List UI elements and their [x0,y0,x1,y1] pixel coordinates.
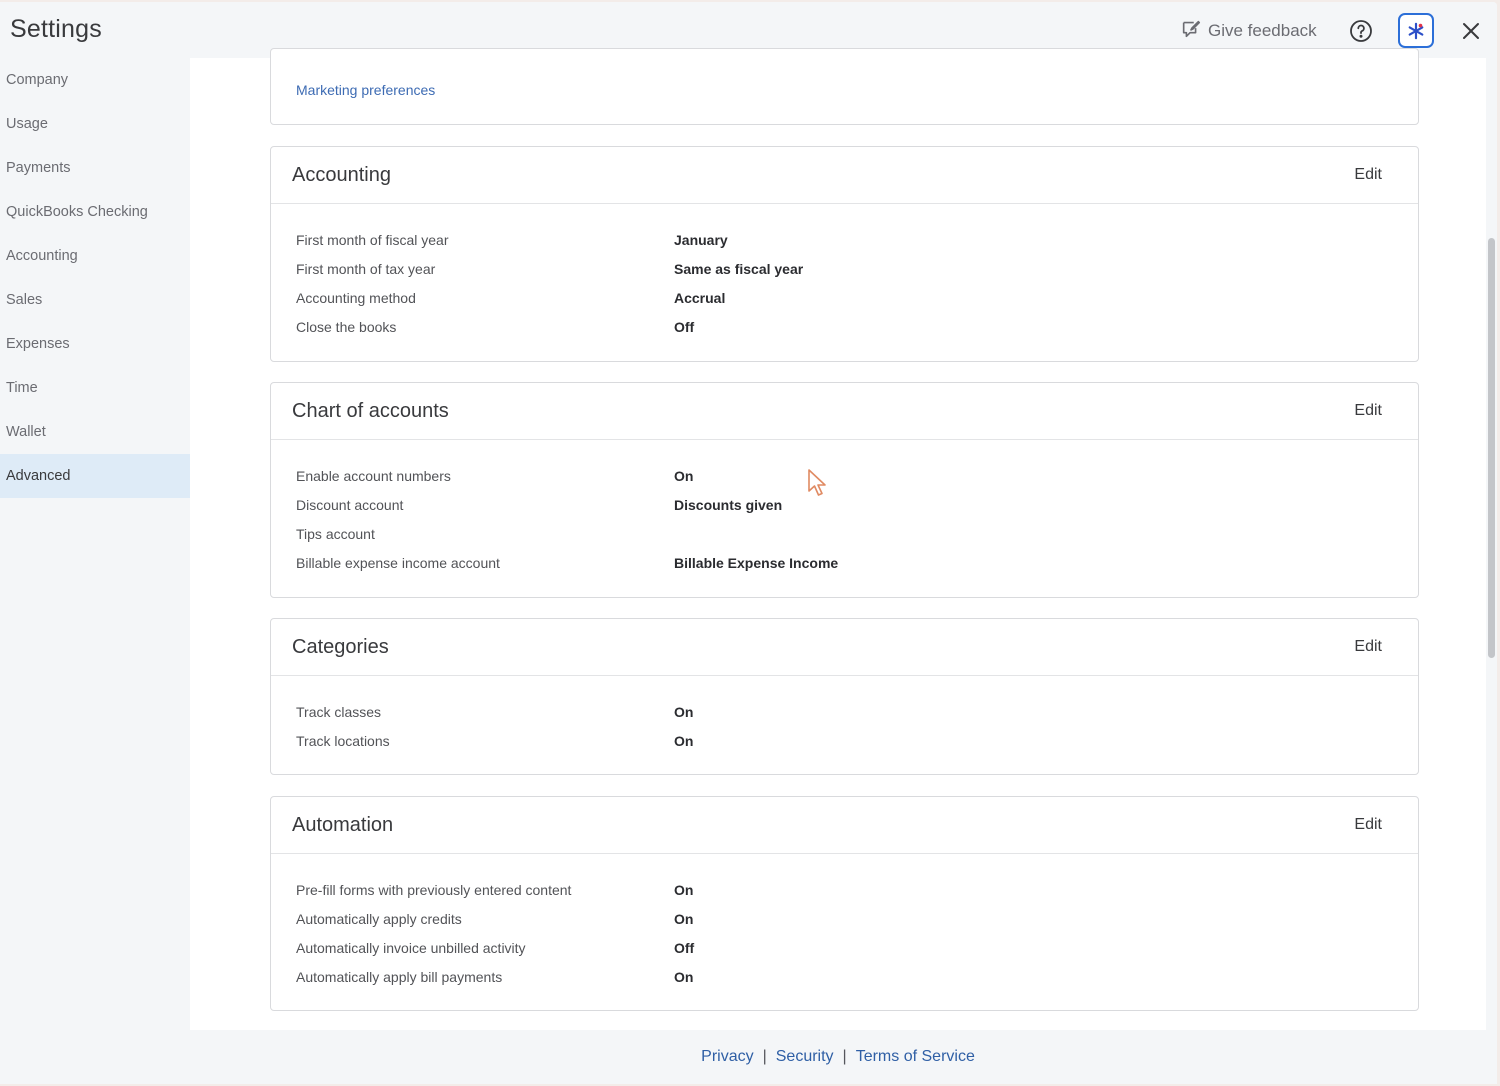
settings-sidebar: Company Usage Payments QuickBooks Checki… [0,58,190,1084]
security-link[interactable]: Security [776,1048,834,1066]
sidebar-item-time[interactable]: Time [0,366,190,410]
ai-assistant-button[interactable] [1398,13,1434,48]
categories-edit-button[interactable]: Edit [1354,638,1382,656]
setting-row: Accounting method Accrual [296,283,1418,312]
setting-value: Same as fiscal year [674,260,804,277]
page-title: Settings [10,15,102,43]
privacy-link[interactable]: Privacy [701,1048,753,1066]
setting-value: On [674,910,694,927]
setting-row: Pre-fill forms with previously entered c… [296,875,1418,904]
setting-label: Track classes [296,703,382,720]
chart-of-accounts-section: Chart of accounts Edit Enable account nu… [270,382,1419,598]
footer-separator: | [762,1048,767,1065]
setting-row: Billable expense income account Billable… [296,548,1418,577]
setting-row: Automatically apply credits On [296,904,1418,933]
setting-row: Close the books Off [296,312,1418,341]
setting-value: January [674,231,728,248]
give-feedback-label: Give feedback [1208,21,1317,40]
setting-label: Close the books [296,318,397,335]
setting-row: Automatically invoice unbilled activity … [296,933,1418,962]
setting-value: On [674,732,694,749]
close-button[interactable] [1458,18,1484,44]
sidebar-item-wallet[interactable]: Wallet [0,410,190,454]
setting-row: Track classes On [296,697,1418,726]
chart-of-accounts-edit-button[interactable]: Edit [1354,402,1382,420]
automation-section: Automation Edit Pre-fill forms with prev… [270,796,1419,1011]
section-title: Accounting [292,163,391,186]
setting-label: Accounting method [296,289,416,306]
footer-separator: | [842,1048,847,1065]
setting-value: Billable Expense Income [674,554,839,571]
help-button[interactable] [1348,18,1374,44]
setting-value: On [674,968,694,985]
feedback-icon [1180,18,1202,45]
footer: Privacy | Security | Terms of Service [190,1030,1486,1084]
setting-row: First month of fiscal year January [296,225,1418,254]
setting-label: Automatically apply credits [296,910,462,927]
section-header: Chart of accounts Edit [271,383,1418,440]
marketing-card: Marketing preferences [270,48,1419,125]
sidebar-item-company[interactable]: Company [0,58,190,102]
sidebar-item-usage[interactable]: Usage [0,102,190,146]
setting-label: Track locations [296,732,390,749]
setting-value: On [674,467,694,484]
sidebar-item-expenses[interactable]: Expenses [0,322,190,366]
setting-row: Tips account [296,519,1418,548]
setting-value: On [674,703,694,720]
setting-label: First month of fiscal year [296,231,449,248]
accounting-section: Accounting Edit First month of fiscal ye… [270,146,1419,362]
section-title: Automation [292,813,394,836]
section-title: Categories [292,635,389,658]
help-icon [1350,20,1372,42]
marketing-preferences-link[interactable]: Marketing preferences [296,82,435,98]
setting-value: Off [674,939,695,956]
terms-of-service-link[interactable]: Terms of Service [856,1048,975,1066]
section-header: Automation Edit [271,797,1418,854]
setting-value: Discounts given [674,496,783,513]
accounting-edit-button[interactable]: Edit [1354,166,1382,184]
setting-label: Automatically invoice unbilled activity [296,939,526,956]
section-title: Chart of accounts [292,399,449,422]
sidebar-item-quickbooks-checking[interactable]: QuickBooks Checking [0,190,190,234]
setting-value: Off [674,318,695,335]
content-scrollbar[interactable] [1486,58,1497,1030]
setting-label: Automatically apply bill payments [296,968,503,985]
setting-label: Enable account numbers [296,467,451,484]
setting-label: Billable expense income account [296,554,500,571]
setting-row: Discount account Discounts given [296,490,1418,519]
section-header: Categories Edit [271,619,1418,676]
settings-content: Marketing preferences Accounting Edit Fi… [190,48,1486,1030]
setting-row: First month of tax year Same as fiscal y… [296,254,1418,283]
setting-row: Automatically apply bill payments On [296,962,1418,991]
sidebar-item-advanced[interactable]: Advanced [0,454,190,498]
setting-label: Tips account [296,525,375,542]
ai-assistant-icon [1408,22,1424,39]
sidebar-item-payments[interactable]: Payments [0,146,190,190]
settings-window: Settings Give feedback Company Usage Pay… [0,2,1497,1084]
setting-label: First month of tax year [296,260,436,277]
setting-value: Accrual [674,289,726,306]
sidebar-item-accounting[interactable]: Accounting [0,234,190,278]
give-feedback-button[interactable]: Give feedback [1180,18,1317,44]
categories-section: Categories Edit Track classes On Track l… [270,618,1419,775]
setting-value: On [674,881,694,898]
setting-row: Enable account numbers On [296,461,1418,490]
scrollbar-thumb[interactable] [1488,238,1495,658]
section-header: Accounting Edit [271,147,1418,204]
automation-edit-button[interactable]: Edit [1354,816,1382,834]
mouse-cursor-icon [808,469,826,496]
setting-label: Pre-fill forms with previously entered c… [296,881,572,898]
setting-label: Discount account [296,496,404,513]
close-icon [1463,23,1479,39]
sidebar-item-sales[interactable]: Sales [0,278,190,322]
setting-row: Track locations On [296,726,1418,755]
